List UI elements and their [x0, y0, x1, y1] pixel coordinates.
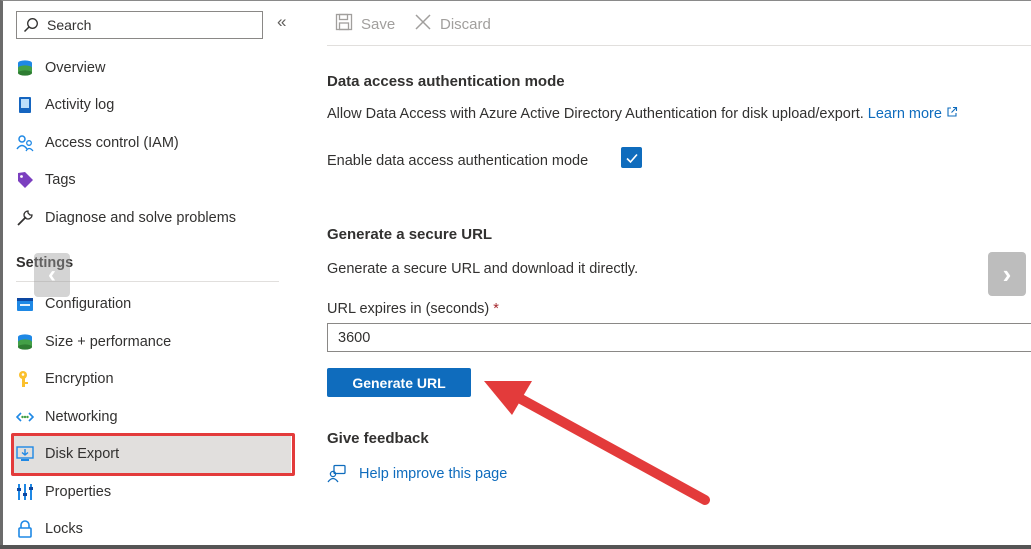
auth-mode-title: Data access authentication mode: [327, 73, 565, 90]
feedback-link[interactable]: Help improve this page: [327, 464, 507, 484]
sidebar-item-locks[interactable]: Locks: [16, 517, 83, 541]
generate-url-button[interactable]: Generate URL: [327, 368, 471, 397]
sidebar-item-label: Tags: [45, 172, 76, 188]
sidebar-item-overview[interactable]: Overview: [16, 56, 105, 80]
sidebar-item-label: Activity log: [45, 97, 115, 113]
save-button[interactable]: Save: [335, 13, 395, 35]
sidebar-item-label: Size + performance: [45, 334, 172, 350]
search-box[interactable]: Search: [16, 11, 263, 39]
properties-icon: [16, 483, 34, 501]
sidebar-item-configuration[interactable]: Configuration: [16, 292, 131, 316]
overview-icon: [16, 59, 34, 77]
sidebar-item-label: Encryption: [45, 371, 114, 387]
auth-description-text: Allow Data Access with Azure Active Dire…: [327, 106, 864, 122]
annotation-arrow: [484, 381, 710, 505]
required-marker: *: [493, 301, 499, 317]
url-expires-value: 3600: [338, 329, 371, 346]
search-input[interactable]: Search: [47, 17, 91, 33]
sidebar-item-encryption[interactable]: Encryption: [16, 367, 114, 391]
feedback-link-text: Help improve this page: [359, 466, 508, 482]
command-bar: Save Discard: [327, 0, 1031, 46]
learn-more-link[interactable]: Learn more: [868, 106, 958, 122]
sidebar-item-label: Configuration: [45, 296, 132, 312]
feedback-icon: [327, 464, 346, 483]
sidebar-item-size-performance[interactable]: Size + performance: [16, 330, 171, 354]
auth-mode-description: Allow Data Access with Azure Active Dire…: [327, 106, 958, 122]
sidebar-item-diagnose[interactable]: Diagnose and solve problems: [16, 206, 236, 230]
sidebar-item-networking[interactable]: Networking: [16, 405, 118, 429]
chevron-right-icon: ›: [1002, 258, 1012, 289]
chevron-left-icon: ‹: [48, 261, 56, 288]
secure-url-title: Generate a secure URL: [327, 226, 493, 243]
configuration-icon: [16, 295, 34, 313]
tag-icon: [16, 171, 34, 189]
previous-slide-button[interactable]: ‹: [34, 253, 70, 297]
wrench-icon: [16, 209, 34, 227]
sidebar-item-access-control[interactable]: Access control (IAM): [16, 131, 179, 155]
save-label: Save: [361, 15, 396, 33]
enable-auth-label: Enable data access authentication mode: [327, 153, 589, 169]
key-icon: [16, 370, 34, 388]
close-icon: [414, 13, 432, 35]
learn-more-text: Learn more: [867, 106, 942, 122]
sidebar-item-properties[interactable]: Properties: [16, 480, 111, 504]
url-expires-label: URL expires in (seconds) *: [327, 301, 499, 317]
lock-icon: [16, 520, 34, 538]
sidebar-item-label: Locks: [45, 521, 83, 537]
sidebar-item-label: Access control (IAM): [45, 135, 179, 151]
access-control-icon: [16, 134, 34, 152]
sidebar-item-label: Properties: [45, 484, 112, 500]
url-expires-text: URL expires in (seconds): [327, 301, 490, 317]
secure-url-description: Generate a secure URL and download it di…: [327, 261, 639, 277]
size-performance-icon: [16, 333, 34, 351]
networking-icon: [16, 408, 34, 426]
bottom-border: [0, 545, 1031, 549]
discard-button[interactable]: Discard: [414, 13, 491, 35]
collapse-sidebar-icon[interactable]: «: [277, 12, 286, 32]
sidebar: Search « Overview Activity log Access co…: [3, 0, 303, 545]
checkmark-icon: [625, 153, 638, 163]
sidebar-item-activity-log[interactable]: Activity log: [16, 93, 114, 117]
enable-auth-checkbox[interactable]: [621, 147, 642, 168]
sidebar-item-tags[interactable]: Tags: [16, 168, 76, 192]
search-icon: [23, 17, 39, 33]
sidebar-item-label: Networking: [45, 409, 118, 425]
sidebar-item-label: Diagnose and solve problems: [45, 210, 237, 226]
next-slide-button[interactable]: ›: [988, 252, 1026, 296]
url-expires-input[interactable]: 3600: [327, 323, 1031, 352]
activity-log-icon: [16, 96, 34, 114]
annotation-highlight-box: [11, 433, 295, 476]
discard-label: Discard: [440, 15, 491, 33]
save-icon: [335, 13, 353, 35]
sidebar-item-label: Overview: [45, 60, 106, 76]
feedback-title: Give feedback: [327, 430, 429, 447]
external-link-icon: [947, 106, 958, 117]
